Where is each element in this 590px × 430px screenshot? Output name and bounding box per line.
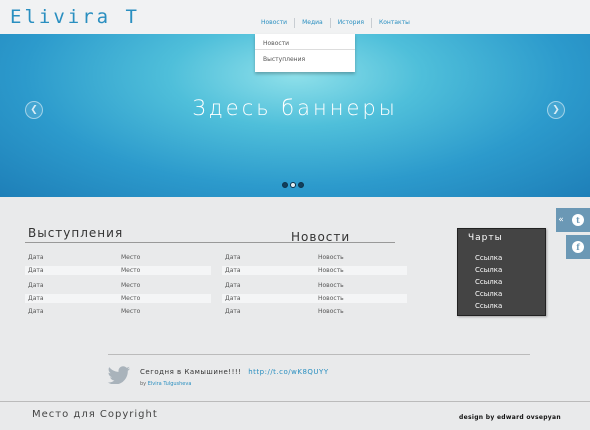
performance-row[interactable]: Дата Место — [25, 294, 211, 303]
news-table: Дата Новость Дата Новость Дата Новость Д… — [222, 253, 407, 320]
dropdown-item-news[interactable]: Новости — [255, 34, 355, 49]
copyright-text: Место для Copyright — [32, 409, 158, 420]
chevron-right-icon: ❯ — [552, 105, 560, 115]
performance-place: Место — [121, 308, 141, 315]
footer-divider — [0, 401, 590, 402]
performance-place: Место — [121, 295, 141, 302]
tweet-text: Сегодня в Камышине!!!! http://t.co/wK8QU… — [140, 368, 329, 376]
slider-prev-button[interactable]: ❮ — [25, 101, 43, 119]
nav-item-media[interactable]: Медиа — [295, 18, 331, 28]
performance-place: Место — [121, 282, 141, 289]
banner-text: Здесь баннеры — [192, 96, 398, 120]
charts-link[interactable]: Ссылка — [458, 264, 545, 276]
performance-row[interactable]: Дата Место — [25, 253, 211, 262]
charts-title: Чарты — [468, 233, 503, 243]
facebook-button[interactable]: f — [566, 235, 590, 259]
charts-link[interactable]: Ссылка — [458, 300, 545, 312]
slider-next-button[interactable]: ❯ — [547, 101, 565, 119]
dropdown-item-performances[interactable]: Выступления — [255, 49, 355, 64]
news-date: Дата — [225, 308, 241, 315]
nav-dropdown-menu: Новости Выступления — [255, 34, 355, 72]
social-collapse-button[interactable]: « — [556, 208, 566, 232]
chevron-left-icon: ❮ — [30, 105, 38, 115]
slider-dot[interactable] — [290, 182, 296, 188]
tweet-divider — [108, 354, 530, 355]
news-date: Дата — [225, 267, 241, 274]
site-logo[interactable]: Elivira T — [10, 6, 140, 28]
charts-link[interactable]: Ссылка — [458, 252, 545, 264]
news-text: Новость — [318, 295, 344, 302]
charts-box: Чарты Ссылка Ссылка Ссылка Ссылка Ссылка — [457, 228, 546, 316]
news-row[interactable]: Дата Новость — [222, 294, 407, 303]
performance-place: Место — [121, 267, 141, 274]
header: Elivira T Новости Медиа История Контакты — [0, 0, 590, 34]
twitter-icon: t — [572, 214, 584, 226]
performance-date: Дата — [28, 295, 44, 302]
performance-date: Дата — [28, 254, 44, 261]
designer-credit: design by edward ovsepyan — [459, 414, 561, 421]
news-text: Новость — [318, 254, 344, 261]
tweet-message: Сегодня в Камышине!!!! — [140, 368, 242, 376]
nav-item-history[interactable]: История — [331, 18, 372, 28]
tweet-link[interactable]: http://t.co/wK8QUYY — [248, 368, 328, 376]
tweet-by-label: by — [140, 381, 147, 387]
charts-list: Ссылка Ссылка Ссылка Ссылка Ссылка — [458, 252, 545, 312]
main-nav: Новости Медиа История Контакты — [254, 18, 417, 28]
news-row[interactable]: Дата Новость — [222, 281, 407, 290]
tweet-author-link[interactable]: Elvira Tulgusheva — [148, 381, 192, 387]
slider-dot[interactable] — [298, 182, 304, 188]
news-row[interactable]: Дата Новость — [222, 253, 407, 262]
social-panel: « t f — [556, 208, 590, 259]
performance-date: Дата — [28, 267, 44, 274]
performance-place: Место — [121, 254, 141, 261]
performance-date: Дата — [28, 282, 44, 289]
performance-row[interactable]: Дата Место — [25, 266, 211, 275]
performance-row[interactable]: Дата Место — [25, 307, 211, 316]
facebook-icon: f — [572, 241, 584, 253]
news-row[interactable]: Дата Новость — [222, 307, 407, 316]
performances-table: Дата Место Дата Место Дата Место Дата Ме… — [25, 253, 211, 320]
twitter-bird-icon — [107, 366, 131, 384]
news-date: Дата — [225, 254, 241, 261]
slider-dot[interactable] — [282, 182, 288, 188]
slider-dots — [282, 182, 304, 188]
news-text: Новость — [318, 308, 344, 315]
tweet-byline: by Elvira Tulgusheva — [140, 381, 191, 387]
nav-item-contacts[interactable]: Контакты — [372, 18, 417, 28]
charts-link[interactable]: Ссылка — [458, 276, 545, 288]
performance-date: Дата — [28, 308, 44, 315]
nav-item-news[interactable]: Новости — [254, 18, 296, 28]
news-date: Дата — [225, 295, 241, 302]
news-title: Новости — [291, 230, 351, 244]
news-text: Новость — [318, 282, 344, 289]
news-text: Новость — [318, 267, 344, 274]
charts-link[interactable]: Ссылка — [458, 288, 545, 300]
news-row[interactable]: Дата Новость — [222, 266, 407, 275]
twitter-button[interactable]: t — [566, 208, 590, 232]
performance-row[interactable]: Дата Место — [25, 281, 211, 290]
performances-title: Выступления — [28, 226, 124, 240]
news-date: Дата — [225, 282, 241, 289]
